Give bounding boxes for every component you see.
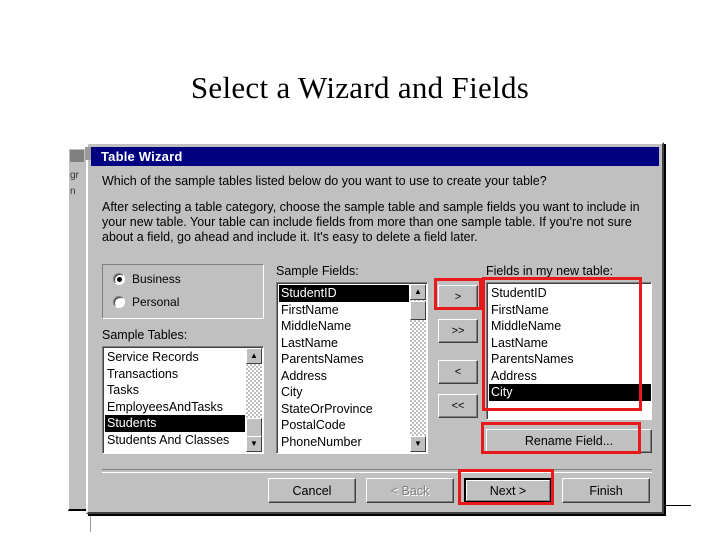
- radio-business[interactable]: Business: [113, 272, 181, 286]
- list-item[interactable]: Address: [489, 368, 651, 385]
- sample-fields-scrollbar[interactable]: ▲ ▼: [410, 284, 426, 452]
- triangle-up-icon[interactable]: ▲: [410, 284, 426, 300]
- new-fields-listbox[interactable]: StudentID FirstName MiddleName LastName …: [486, 282, 652, 420]
- list-item[interactable]: StateOrProvince: [279, 401, 409, 418]
- list-item[interactable]: Service Records: [105, 349, 245, 366]
- page-title: Select a Wizard and Fields: [190, 70, 530, 105]
- next-button-label: Next >: [466, 480, 550, 501]
- finish-button[interactable]: Finish: [562, 478, 650, 503]
- prompt-question: Which of the sample tables listed below …: [102, 174, 547, 188]
- sample-fields-listbox[interactable]: StudentID FirstName MiddleName LastName …: [276, 282, 428, 454]
- next-button[interactable]: Next >: [464, 478, 552, 503]
- category-group: Business Personal: [102, 264, 264, 319]
- radio-personal[interactable]: Personal: [113, 295, 179, 309]
- list-item[interactable]: StudentID: [279, 285, 409, 302]
- radio-personal-label: Personal: [132, 295, 180, 309]
- remove-field-button[interactable]: <: [438, 360, 478, 384]
- scrollbar-thumb[interactable]: [246, 418, 262, 437]
- background-window-titlebar-strip: [70, 150, 84, 162]
- list-item[interactable]: City: [489, 384, 651, 401]
- add-field-button[interactable]: >: [438, 285, 478, 309]
- list-item[interactable]: Transactions: [105, 366, 245, 383]
- list-item[interactable]: EmployeesAndTasks: [105, 399, 245, 416]
- list-item[interactable]: City: [279, 384, 409, 401]
- sample-tables-scrollbar[interactable]: ▲ ▼: [246, 348, 262, 452]
- list-item[interactable]: FirstName: [489, 302, 651, 319]
- prompt-body: After selecting a table category, choose…: [102, 200, 640, 244]
- rename-field-button[interactable]: Rename Field...: [486, 429, 652, 453]
- triangle-up-icon[interactable]: ▲: [246, 348, 262, 364]
- footer-divider: [102, 469, 652, 473]
- list-item[interactable]: Students: [105, 415, 245, 432]
- list-item[interactable]: StudentID: [489, 285, 651, 302]
- list-item[interactable]: MiddleName: [489, 318, 651, 335]
- triangle-down-icon[interactable]: ▼: [410, 436, 426, 452]
- sample-tables-listbox[interactable]: Service Records Transactions Tasks Emplo…: [102, 346, 264, 454]
- list-item[interactable]: MiddleName: [279, 318, 409, 335]
- list-item[interactable]: LastName: [279, 335, 409, 352]
- background-text-fragment-2: n: [70, 186, 76, 197]
- dialog-titlebar[interactable]: Table Wizard: [91, 147, 659, 166]
- dialog-title: Table Wizard: [101, 149, 183, 164]
- cancel-button[interactable]: Cancel: [268, 478, 356, 503]
- background-text-fragment-1: gr: [70, 170, 79, 181]
- list-item[interactable]: PostalCode: [279, 417, 409, 434]
- list-item[interactable]: ParentsNames: [489, 351, 651, 368]
- back-button: < Back: [366, 478, 454, 503]
- triangle-down-icon[interactable]: ▼: [246, 436, 262, 452]
- list-item[interactable]: FirstName: [279, 302, 409, 319]
- radio-business-label: Business: [132, 272, 181, 286]
- list-item[interactable]: Tasks: [105, 382, 245, 399]
- list-item[interactable]: Address: [279, 368, 409, 385]
- list-item[interactable]: PhoneNumber: [279, 434, 409, 451]
- list-item[interactable]: Students And Classes: [105, 432, 245, 449]
- radio-business-dot-icon: [113, 273, 125, 285]
- list-item[interactable]: LastName: [489, 335, 651, 352]
- table-wizard-dialog: Table Wizard Which of the sample tables …: [85, 142, 664, 514]
- sample-tables-label: Sample Tables:: [102, 328, 188, 342]
- remove-all-fields-button[interactable]: <<: [438, 394, 478, 418]
- scrollbar-thumb[interactable]: [410, 301, 426, 320]
- radio-personal-dot-icon: [113, 296, 125, 308]
- list-item[interactable]: ParentsNames: [279, 351, 409, 368]
- new-fields-label: Fields in my new table:: [486, 264, 614, 278]
- sample-fields-label: Sample Fields:: [276, 264, 359, 278]
- add-all-fields-button[interactable]: >>: [438, 319, 478, 343]
